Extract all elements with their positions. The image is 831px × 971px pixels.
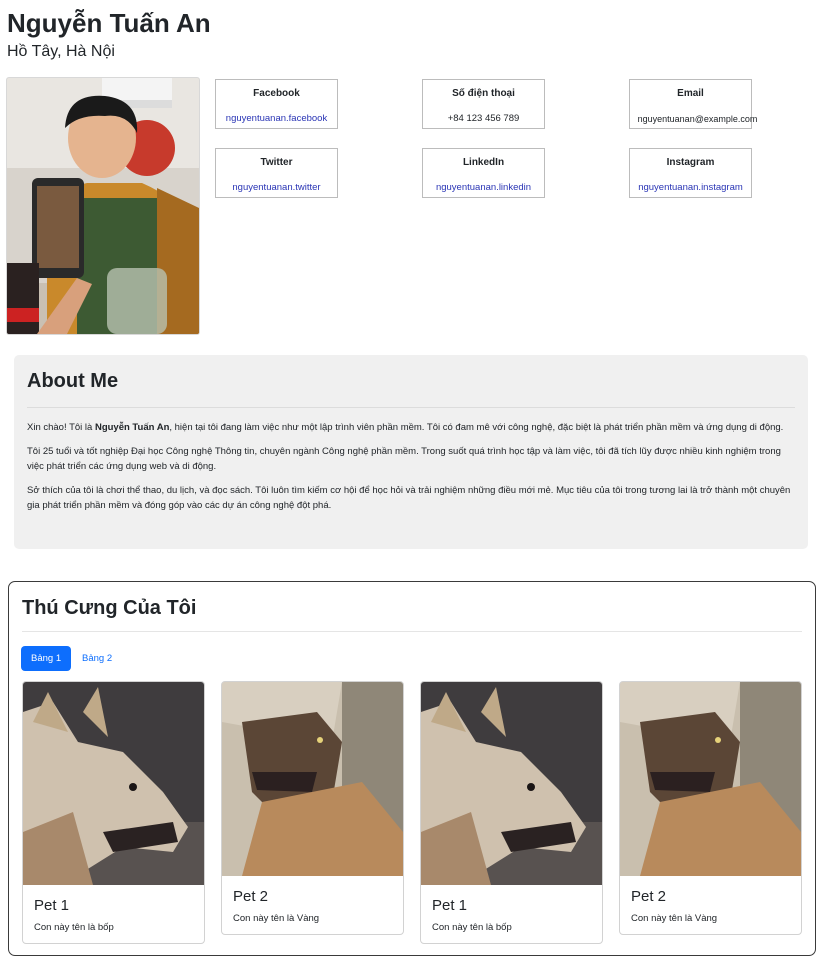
about-divider: [27, 407, 795, 408]
pet-photo: [421, 682, 602, 885]
pet-card[interactable]: Pet 2 Con này tên là Vàng: [221, 681, 404, 935]
profile-name: Nguyễn Tuấn An: [7, 8, 211, 38]
about-paragraph-1: Xin chào! Tôi là Nguyễn Tuấn An, hiện tạ…: [27, 420, 795, 435]
pets-section: Thú Cưng Của Tôi Bảng 1 Bảng 2 Pet 1 Con…: [8, 581, 816, 956]
contact-instagram-title: Instagram: [666, 157, 715, 168]
contact-phone-title: Số điện thoại: [452, 88, 515, 99]
contact-linkedin-link[interactable]: nguyentuanan.linkedin: [423, 182, 544, 194]
profile-header: Nguyễn Tuấn An Hồ Tây, Hà Nội: [7, 8, 211, 62]
about-title: About Me: [27, 370, 119, 392]
pets-title: Thú Cưng Của Tôi: [22, 597, 197, 619]
pet-photo: [23, 682, 204, 885]
pet-photo: [222, 682, 403, 876]
contact-instagram-link[interactable]: nguyentuanan.instagram: [630, 182, 751, 194]
contact-twitter-link[interactable]: nguyentuanan.twitter: [216, 182, 337, 194]
contact-email-title: Email: [677, 88, 704, 99]
pet-name: Pet 2: [631, 888, 667, 905]
about-p1-before: Xin chào! Tôi là: [27, 422, 95, 433]
contact-linkedin-title: LinkedIn: [462, 157, 505, 168]
about-section: About Me Xin chào! Tôi là Nguyễn Tuấn An…: [14, 355, 808, 549]
about-p1-after: , hiện tại tôi đang làm việc như một lập…: [169, 422, 784, 433]
pet-photo: [620, 682, 801, 876]
pet-card[interactable]: Pet 1 Con này tên là bốp: [22, 681, 205, 944]
pet-name: Pet 1: [432, 897, 468, 914]
contact-phone-value: +84 123 456 789: [447, 113, 520, 124]
about-paragraph-2: Tôi 25 tuổi và tốt nghiệp Đại học Công n…: [27, 446, 781, 472]
tab-bang-1[interactable]: Bảng 1: [21, 646, 72, 671]
pets-divider: [22, 631, 802, 632]
contact-twitter: Twitter nguyentuanan.twitter: [215, 148, 338, 198]
contact-email-value: nguyentuanan@example.com: [637, 114, 758, 124]
pet-name: Pet 1: [34, 897, 70, 914]
contact-linkedin: LinkedIn nguyentuanan.linkedin: [422, 148, 545, 198]
profile-photo: [6, 77, 200, 335]
profile-location: Hồ Tây, Hà Nội: [7, 43, 115, 60]
pet-description: Con này tên là bốp: [34, 922, 114, 933]
contact-instagram: Instagram nguyentuanan.instagram: [629, 148, 752, 198]
about-paragraph-3: Sở thích của tôi là chơi thể thao, du lị…: [27, 485, 791, 511]
contact-phone: Số điện thoại +84 123 456 789: [422, 79, 545, 129]
pet-name: Pet 2: [233, 888, 269, 905]
tab-bang-2[interactable]: Bảng 2: [72, 646, 122, 671]
about-p1-bold: Nguyễn Tuấn An: [94, 422, 170, 433]
contact-email: Email nguyentuanan@example.com: [629, 79, 757, 129]
pet-card[interactable]: Pet 2 Con này tên là Vàng: [619, 681, 802, 935]
pet-description: Con này tên là Vàng: [233, 913, 320, 924]
contact-facebook: Facebook nguyentuanan.facebook: [215, 79, 338, 129]
contact-twitter-title: Twitter: [260, 157, 293, 168]
contact-facebook-title: Facebook: [253, 88, 300, 99]
pet-card[interactable]: Pet 1 Con này tên là bốp: [420, 681, 603, 944]
contact-facebook-link[interactable]: nguyentuanan.facebook: [216, 113, 337, 125]
pet-description: Con này tên là bốp: [432, 922, 512, 933]
pet-description: Con này tên là Vàng: [631, 913, 718, 924]
